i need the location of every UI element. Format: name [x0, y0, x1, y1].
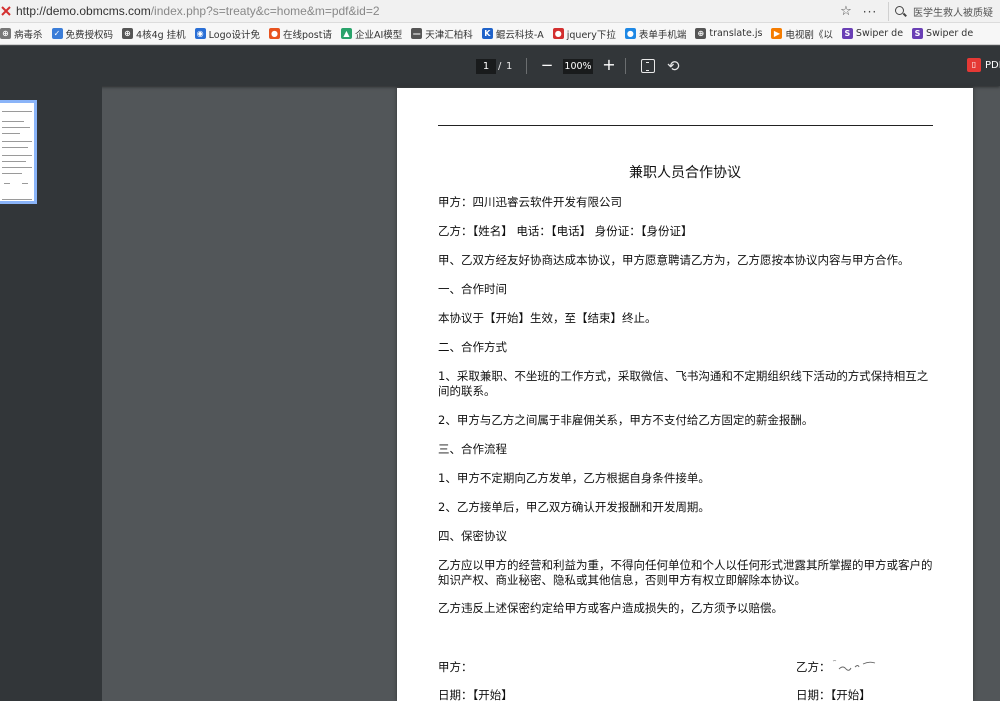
section-2-item-1: 1、采取兼职、不坐班的工作方式，采取微信、飞书沟通和不定期组织线下活动的方式保持… — [438, 369, 929, 398]
bookmark-label: 企业AI模型 — [354, 29, 403, 41]
bookmark-item[interactable]: S Swiper de — [841, 28, 904, 39]
party-a-date: 日期：【开始】 — [438, 688, 513, 701]
s-icon: S — [841, 28, 853, 39]
dot-icon: ● — [552, 28, 564, 39]
handwritten-signature-icon — [832, 660, 876, 671]
ai-icon: ▲ — [340, 28, 352, 39]
bookmark-label: 天津汇柏科 — [425, 29, 473, 41]
more-icon[interactable]: ··· — [858, 5, 882, 19]
search-icon — [895, 5, 907, 18]
bookmark-item[interactable]: K 鲲云科技-A — [481, 27, 544, 41]
play-icon: ▶ — [771, 28, 783, 39]
party-b-line: 乙方：【姓名】 电话：【电话】 身份证：【身份证】 — [438, 224, 693, 238]
section-3-item-1: 1、甲方不定期向乙方发单，乙方根据自身条件接单。 — [438, 471, 710, 485]
header-rule — [438, 125, 933, 126]
bookmark-item[interactable]: ◉ Logo设计免 — [194, 27, 260, 41]
k-icon: K — [481, 28, 493, 39]
bookmark-item[interactable]: ✓ 免费授权码 — [51, 27, 114, 41]
bookmark-label: 病毒杀 — [14, 29, 43, 41]
section-4-title: 四、保密协议 — [438, 529, 507, 543]
bookmark-item[interactable]: ▶ 电视剧《以 — [771, 27, 833, 41]
bookmarks-bar: ⊕ 病毒杀 ✓ 免费授权码 ⊕ 4核4g 挂机 ◉ Logo设计免 ● 在线post请 ▲ 企业AI模… — [0, 23, 1000, 45]
address-bar[interactable]: http://demo.obmcms.com/index.php?s=treat… — [0, 0, 1000, 23]
section-3-item-2: 2、乙方接单后，甲乙双方确认开发报酬和开发周期。 — [438, 500, 710, 514]
bookmark-item[interactable]: ● 在线post请 — [268, 27, 332, 41]
s-icon: S — [912, 28, 924, 39]
bookmark-item[interactable]: — 天津汇柏科 — [411, 27, 473, 41]
dash-icon: — — [411, 28, 423, 39]
zoom-in-button[interactable]: + — [602, 56, 616, 74]
bookmark-label: Swiper de — [855, 28, 904, 39]
page-number-input[interactable]: 1 — [476, 59, 496, 74]
globe-icon: ⊕ — [122, 28, 134, 39]
bookmark-label: Swiper de — [926, 28, 974, 39]
page-total: 1 — [506, 61, 513, 72]
bookmark-label: 表单手机端 — [638, 29, 687, 41]
bookmark-item[interactable]: ● jquery下拉 — [552, 27, 616, 41]
pdf-icon: ▯ — [967, 58, 981, 72]
bookmark-item[interactable]: S Swiper de — [912, 28, 973, 39]
search-box[interactable]: 医学生救人被质疑 — [888, 2, 1000, 21]
bookmark-item[interactable]: ⊕ translate.js — [695, 28, 762, 39]
bookmark-label: Logo设计免 — [208, 29, 260, 41]
bookmark-label: translate.js — [709, 28, 763, 39]
pdf-toolbar: 1 / 1 − 100% + ⟲ ▯ PDF — [0, 46, 1000, 86]
party-a-signature-label: 甲方： — [438, 660, 473, 674]
document-title: 兼职人员合作协议 — [629, 165, 741, 181]
bookmark-item[interactable]: ● 表单手机端 — [624, 27, 687, 41]
bookmark-label: 电视剧《以 — [785, 29, 833, 41]
fit-page-icon[interactable] — [641, 59, 655, 73]
party-b-date: 日期：【开始】 — [796, 688, 871, 701]
section-3-title: 三、合作流程 — [438, 442, 507, 456]
thumbnail-sidebar — [0, 86, 102, 701]
drop-icon: ● — [624, 28, 636, 39]
bookmark-item[interactable]: ⊕ 4核4g 挂机 — [122, 27, 186, 41]
bookmark-label: 4核4g 挂机 — [136, 29, 186, 41]
rotate-icon[interactable]: ⟲ — [667, 57, 680, 75]
bookmark-label: 在线post请 — [282, 29, 332, 41]
flame-icon: ● — [268, 28, 280, 39]
bookmark-label: 鲲云科技-A — [495, 29, 544, 41]
bookmark-label: 免费授权码 — [65, 29, 114, 41]
url-path: /index.php?s=treaty&c=home&m=pdf&id=2 — [150, 4, 380, 18]
site-icon — [0, 5, 12, 17]
bookmark-item[interactable]: ⊕ 病毒杀 — [0, 27, 43, 41]
section-2-item-2: 2、甲方与乙方之间属于非雇佣关系，甲方不支付给乙方固定的薪金报酬。 — [438, 413, 814, 427]
logo-icon: ◉ — [194, 28, 206, 39]
section-4-body-1: 乙方应以甲方的经营和利益为重，不得向任何单位和个人以任何形式泄露其所掌握的甲方或… — [438, 558, 933, 587]
toolbar-divider — [526, 58, 527, 74]
search-text: 医学生救人被质疑 — [913, 8, 993, 19]
section-1-title: 一、合作时间 — [438, 282, 507, 296]
check-icon: ✓ — [51, 28, 63, 39]
globe-icon: ⊕ — [695, 28, 707, 39]
star-icon[interactable]: ☆ — [834, 4, 858, 19]
zoom-level-input[interactable]: 100% — [563, 59, 593, 74]
pdf-app-button[interactable]: ▯ PDF — [967, 58, 1000, 72]
party-a-line: 甲方：四川迅睿云软件开发有限公司 — [438, 195, 622, 209]
intro-paragraph: 甲、乙双方经友好协商达成本协议，甲方愿意聘请乙方为，乙方愿按本协议内容与甲方合作… — [438, 253, 910, 267]
section-1-body: 本协议于【开始】生效，至【结束】终止。 — [438, 311, 657, 325]
bookmark-label: jquery下拉 — [566, 29, 616, 41]
zoom-out-button[interactable]: − — [540, 57, 554, 74]
page-thumbnail[interactable] — [0, 100, 37, 204]
bookmark-item[interactable]: ▲ 企业AI模型 — [340, 27, 403, 41]
page-separator: / — [498, 61, 502, 72]
pdf-label: PDF — [985, 59, 1000, 71]
url-text[interactable]: http://demo.obmcms.com/index.php?s=treat… — [16, 4, 380, 18]
toolbar-divider — [625, 58, 626, 74]
globe-icon: ⊕ — [0, 28, 11, 39]
url-host: http://demo.obmcms.com — [16, 4, 151, 18]
section-4-body-2: 乙方违反上述保密约定给甲方或客户造成损失的，乙方须予以赔偿。 — [438, 601, 783, 615]
pdf-page: 兼职人员合作协议 甲方：四川迅睿云软件开发有限公司 乙方：【姓名】 电话：【电话… — [397, 88, 973, 701]
party-b-signature-label: 乙方： — [796, 660, 831, 674]
section-2-title: 二、合作方式 — [438, 340, 507, 354]
